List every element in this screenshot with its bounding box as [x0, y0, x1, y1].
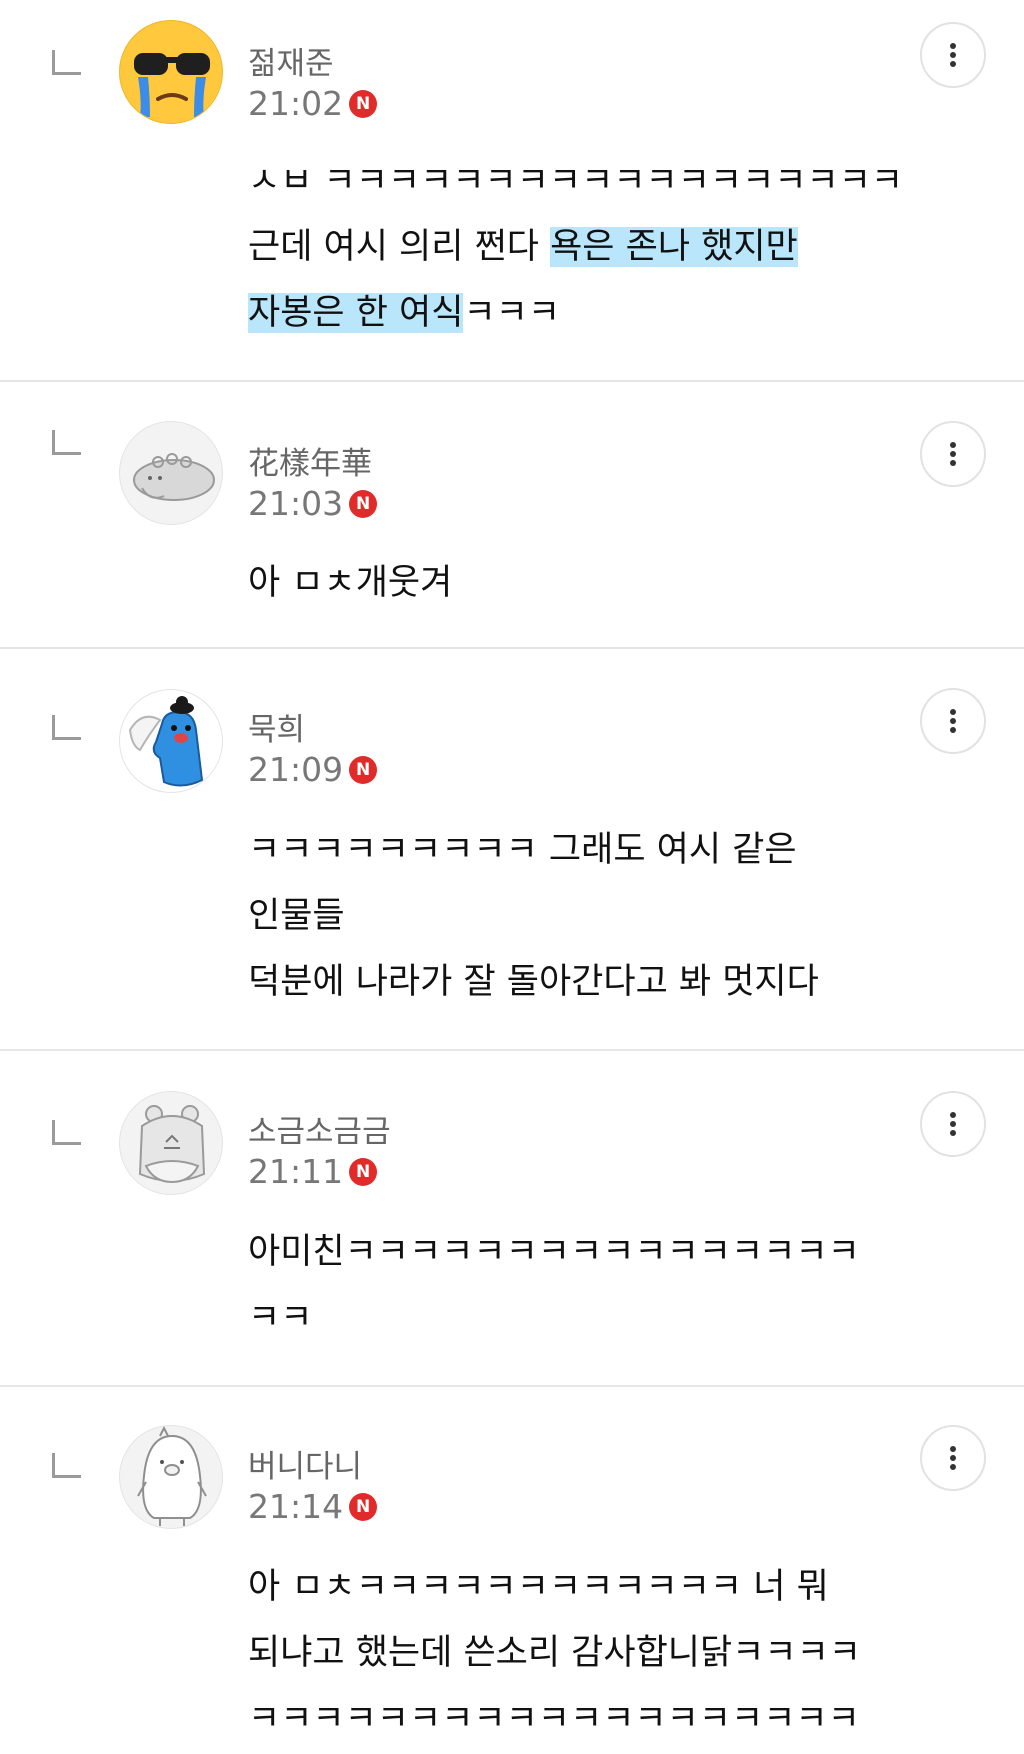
highlighted-text: 자봉은 한 여식	[248, 293, 464, 333]
reply-indent-icon	[52, 430, 81, 455]
reply-indent-icon	[52, 1120, 81, 1145]
highlighted-text: 욕은 존나 했지만	[550, 227, 798, 267]
comment-line: 자봉은 한 여식ㅋㅋㅋ	[248, 280, 948, 346]
time-text: 21:02	[248, 84, 344, 123]
new-badge: N	[349, 1157, 378, 1186]
avatar[interactable]	[119, 689, 223, 793]
more-vertical-icon	[950, 1446, 956, 1470]
timestamp: 21:11 N	[248, 1152, 378, 1191]
blue-character-icon	[128, 696, 204, 787]
more-vertical-icon	[950, 1112, 956, 1136]
comment-item: 버니다니 21:14 N 아 ㅁㅊㅋㅋㅋㅋㅋㅋㅋㅋㅋㅋㅋㅋ 너 뭐 되냐고 했는…	[0, 1387, 1024, 1754]
comment-line: 되냐고 했는데 쓴소리 감사합니닭ㅋㅋㅋㅋ	[248, 1620, 948, 1686]
comment-text-segment: 인물들	[248, 896, 345, 936]
comment-text-segment: ㅋㅋㅋ	[463, 293, 561, 333]
comment-text-segment: ㅋㅋㅋㅋㅋㅋㅋㅋㅋ 그래도 여시 같은	[248, 830, 797, 870]
more-options-button[interactable]	[920, 421, 986, 487]
comment-item: 묵희 21:09 N ㅋㅋㅋㅋㅋㅋㅋㅋㅋ 그래도 여시 같은 인물들 덕분에 나…	[0, 649, 1024, 1049]
author-name[interactable]: 소금소금금	[248, 1106, 391, 1151]
comment-text-segment: 아미친ㅋㅋㅋㅋㅋㅋㅋㅋㅋㅋㅋㅋㅋㅋㅋㅋ	[248, 1232, 860, 1272]
comment-text-segment: ㅋㅋㅋㅋㅋㅋㅋㅋㅋㅋㅋㅋㅋㅋㅋㅋㅋㅋㅋ	[248, 1699, 860, 1739]
comment-text: 아미친ㅋㅋㅋㅋㅋㅋㅋㅋㅋㅋㅋㅋㅋㅋㅋㅋ ㅋㅋ	[248, 1219, 948, 1351]
timestamp: 21:03 N	[248, 484, 378, 523]
more-vertical-icon	[950, 709, 956, 733]
time-text: 21:09	[248, 750, 344, 789]
time-text: 21:11	[248, 1152, 344, 1191]
comment-text: ㅋㅋㅋㅋㅋㅋㅋㅋㅋ 그래도 여시 같은 인물들 덕분에 나라가 잘 돌아간다고 …	[248, 817, 948, 1015]
penguin-icon	[137, 1426, 207, 1526]
more-options-button[interactable]	[920, 22, 986, 88]
comment-line: ㅅㅂ ㅋㅋㅋㅋㅋㅋㅋㅋㅋㅋㅋㅋㅋㅋㅋㅋㅋㅋ	[248, 148, 948, 214]
new-badge: N	[349, 89, 378, 118]
comment-line: ㅋㅋㅋㅋㅋㅋㅋㅋㅋ 그래도 여시 같은	[248, 817, 948, 883]
comment-line: 덕분에 나라가 잘 돌아간다고 봐 멋지다	[248, 949, 948, 1015]
comment-line: 아미친ㅋㅋㅋㅋㅋㅋㅋㅋㅋㅋㅋㅋㅋㅋㅋㅋ	[248, 1219, 948, 1285]
comment-item: 花樣年華 21:03 N 아 ㅁㅊ개웃겨	[0, 382, 1024, 647]
new-badge: N	[349, 755, 378, 784]
comment-text-segment: ㅅㅂ ㅋㅋㅋㅋㅋㅋㅋㅋㅋㅋㅋㅋㅋㅋㅋㅋㅋㅋ	[248, 161, 904, 201]
comment-line: ㅋㅋㅋㅋㅋㅋㅋㅋㅋㅋㅋㅋㅋㅋㅋㅋㅋㅋㅋ	[248, 1686, 948, 1752]
bear-icon	[138, 1105, 206, 1184]
new-badge: N	[349, 1492, 378, 1521]
comment-line: 아 ㅁㅊ개웃겨	[248, 550, 948, 616]
new-badge: N	[349, 489, 378, 518]
author-name[interactable]: 젊재준	[248, 38, 334, 83]
comment-text-segment: 아 ㅁㅊ개웃겨	[248, 563, 453, 603]
avatar[interactable]	[119, 1091, 223, 1195]
more-options-button[interactable]	[920, 688, 986, 754]
sunglasses-crying-emoji-icon	[122, 23, 222, 123]
comment-text-segment: 근데 여시 의리 쩐다	[248, 227, 551, 267]
avatar[interactable]	[119, 421, 223, 525]
comment-text: ㅅㅂ ㅋㅋㅋㅋㅋㅋㅋㅋㅋㅋㅋㅋㅋㅋㅋㅋㅋㅋ 근데 여시 의리 쩐다 욕은 존나 …	[248, 148, 948, 346]
comment-line: 아 ㅁㅊㅋㅋㅋㅋㅋㅋㅋㅋㅋㅋㅋㅋ 너 뭐	[248, 1554, 948, 1620]
time-text: 21:03	[248, 484, 344, 523]
comment-item: 소금소금금 21:11 N 아미친ㅋㅋㅋㅋㅋㅋㅋㅋㅋㅋㅋㅋㅋㅋㅋㅋ ㅋㅋ	[0, 1051, 1024, 1385]
reply-indent-icon	[52, 50, 81, 75]
comment-line: 인물들	[248, 883, 948, 949]
author-name[interactable]: 버니다니	[248, 1441, 362, 1486]
reply-indent-icon	[52, 715, 81, 740]
author-name[interactable]: 묵희	[248, 704, 305, 749]
comment-text-segment: ㅋㅋ	[248, 1298, 313, 1338]
author-name[interactable]: 花樣年華	[248, 438, 372, 483]
comment-line: ㅋㅋ	[248, 1285, 948, 1351]
comment-text-segment: 덕분에 나라가 잘 돌아간다고 봐 멋지다	[248, 962, 819, 1002]
reply-indent-icon	[52, 1453, 81, 1478]
timestamp: 21:09 N	[248, 750, 378, 789]
timestamp: 21:02 N	[248, 84, 378, 123]
avatar[interactable]	[119, 1425, 223, 1529]
comment-text-segment: 되냐고 했는데 쓴소리 감사합니닭ㅋㅋㅋㅋ	[248, 1633, 861, 1673]
comment-text: 아 ㅁㅊㅋㅋㅋㅋㅋㅋㅋㅋㅋㅋㅋㅋ 너 뭐 되냐고 했는데 쓴소리 감사합니닭ㅋㅋ…	[248, 1554, 948, 1752]
comment-text-segment: 아 ㅁㅊㅋㅋㅋㅋㅋㅋㅋㅋㅋㅋㅋㅋ 너 뭐	[248, 1567, 829, 1607]
comment-item: 젊재준 21:02 N ㅅㅂ ㅋㅋㅋㅋㅋㅋㅋㅋㅋㅋㅋㅋㅋㅋㅋㅋㅋㅋ 근데 여시 …	[0, 0, 1024, 380]
more-vertical-icon	[950, 442, 956, 466]
more-options-button[interactable]	[920, 1091, 986, 1157]
more-vertical-icon	[950, 43, 956, 67]
comment-text: 아 ㅁㅊ개웃겨	[248, 550, 948, 616]
grey-creature-icon	[133, 453, 215, 501]
comment-line: 근데 여시 의리 쩐다 욕은 존나 했지만	[248, 214, 948, 280]
time-text: 21:14	[248, 1487, 344, 1526]
avatar[interactable]	[119, 20, 223, 124]
timestamp: 21:14 N	[248, 1487, 378, 1526]
more-options-button[interactable]	[920, 1425, 986, 1491]
